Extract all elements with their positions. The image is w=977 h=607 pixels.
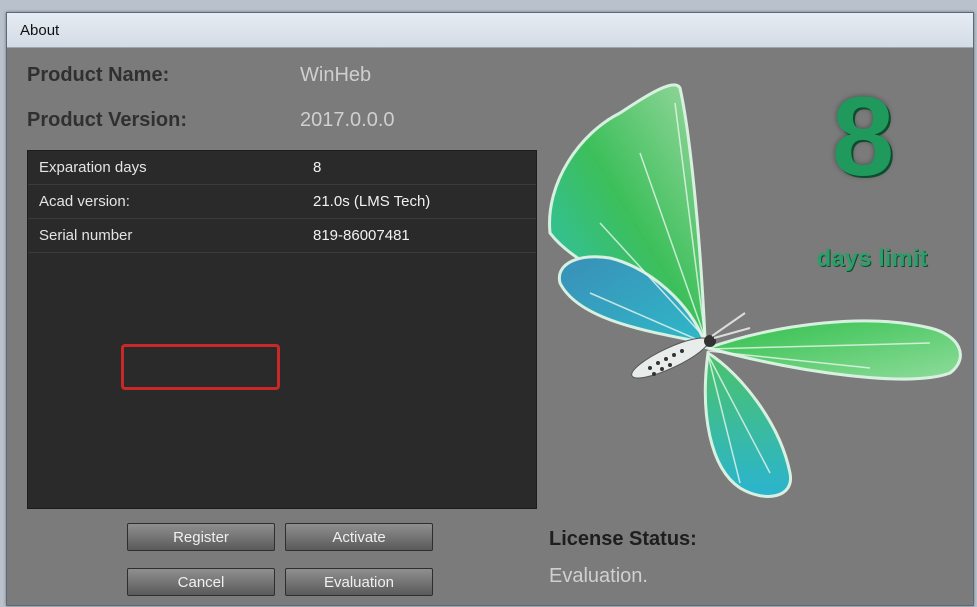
details-value: 8 xyxy=(313,159,322,176)
license-status-value: Evaluation. xyxy=(549,565,648,587)
details-value: 819-86007481 xyxy=(313,227,410,244)
details-value: 21.0s (LMS Tech) xyxy=(313,193,431,210)
details-list: Exparation days 8 Acad version: 21.0s (L… xyxy=(27,150,537,509)
product-version-label: Product Version: xyxy=(27,109,188,131)
details-key: Exparation days xyxy=(39,159,147,176)
evaluation-button[interactable]: Evaluation xyxy=(285,568,433,596)
details-row-serial-number[interactable]: Serial number 819-86007481 xyxy=(28,219,536,253)
cancel-button[interactable]: Cancel xyxy=(127,568,275,596)
product-name-label: Product Name: xyxy=(27,64,170,86)
days-remaining-number: 8 xyxy=(831,74,895,199)
details-row-acad-version[interactable]: Acad version: 21.0s (LMS Tech) xyxy=(28,185,536,219)
product-name-value: WinHeb xyxy=(300,64,372,86)
days-limit-caption: days limit xyxy=(816,245,928,272)
details-key: Acad version: xyxy=(39,193,130,210)
highlight-box xyxy=(121,344,280,390)
details-row-expiration[interactable]: Exparation days 8 xyxy=(28,151,536,185)
product-version-value: 2017.0.0.0 xyxy=(300,109,395,131)
details-key: Serial number xyxy=(39,227,133,244)
title-bar[interactable]: About xyxy=(7,13,973,48)
register-button[interactable]: Register xyxy=(127,523,275,551)
activate-button[interactable]: Activate xyxy=(285,523,433,551)
about-dialog: About Product Name: WinHeb Product Versi… xyxy=(6,12,974,606)
window-title: About xyxy=(20,22,60,39)
license-status-label: License Status: xyxy=(549,528,697,550)
